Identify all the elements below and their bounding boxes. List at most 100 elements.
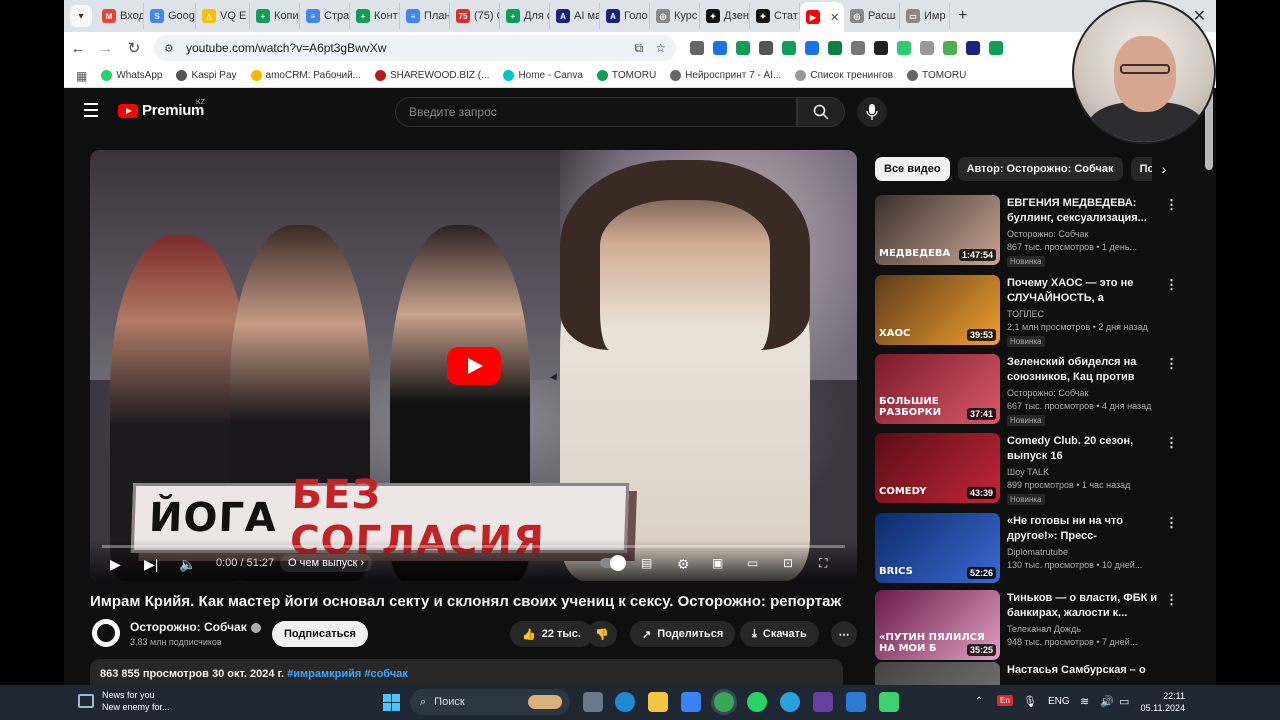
recommended-title[interactable]: Настасья Самбурская – о (1007, 663, 1161, 685)
bookmark-item[interactable]: SHAREWOOD.BIZ (... (374, 70, 489, 81)
tab-search-icon[interactable]: ▾ (70, 5, 92, 27)
extension-icon[interactable] (828, 41, 842, 55)
recommended-video[interactable]: COMEDY 43:39 Comedy Club. 20 сезон, выпуск… (875, 433, 1178, 505)
recommended-channel[interactable]: Шоу TALK (1007, 467, 1049, 477)
recommended-title[interactable]: «Не готовы ни на что другое!»: Пресс-кон… (1007, 514, 1161, 544)
video-thumbnail[interactable]: МЕДВЕДЕВА 1:47:54 (875, 195, 1000, 265)
recommended-title[interactable]: ЕВГЕНИЯ МЕДВЕДЕВА: буллинг, сексуализаци… (1007, 196, 1161, 226)
video-thumbnail[interactable]: БОЛЬШИЕ РАЗБОРКИ 37:41 (875, 354, 1000, 424)
recommended-title[interactable]: Зеленский обиделся на союзников, Кац про… (1007, 355, 1161, 385)
start-button[interactable] (383, 694, 400, 711)
chrome-icon[interactable] (714, 692, 734, 712)
bookmark-item[interactable]: WhatsApp (101, 70, 162, 81)
like-button[interactable]: 👍 22 тыс. (510, 621, 593, 647)
menu-icon[interactable] (84, 103, 98, 121)
wifi-icon[interactable]: ≋ (1080, 695, 1089, 708)
recommended-title[interactable]: Comedy Club. 20 сезон, выпуск 16 (1007, 434, 1161, 464)
extension-icon[interactable] (759, 41, 773, 55)
browser-tab[interactable]: ✦ Дзен (700, 3, 750, 29)
description-box[interactable]: 863 855 просмотров 30 окт. 2024 г. #имра… (90, 659, 843, 685)
extension-icon[interactable] (782, 41, 796, 55)
telegram-icon[interactable] (780, 692, 800, 712)
url-omnibox[interactable]: ⚙ youtube.com/watch?v=A6pt3gBwvXw ⧉ ☆ (154, 35, 676, 61)
forward-icon[interactable]: → (92, 40, 120, 57)
autoplay-toggle[interactable] (600, 555, 626, 571)
taskbar-search[interactable]: ⌕ Поиск (410, 689, 570, 715)
extension-icon[interactable] (989, 41, 1003, 55)
recommended-video[interactable]: МЕДВЕДЕВА 1:47:54 ЕВГЕНИЯ МЕДВЕДЕВА: булли… (875, 195, 1178, 267)
more-options-icon[interactable]: ⋮ (1165, 592, 1178, 608)
site-info-icon[interactable]: ⚙ (164, 42, 178, 55)
browser-tab[interactable]: ≡ Стра (300, 3, 350, 29)
volume-tray-icon[interactable]: 🔊 (1100, 695, 1114, 708)
chapter-button[interactable]: О чем выпуск › (280, 554, 373, 572)
dislike-button[interactable]: 👎 (587, 621, 617, 647)
bookmark-star-icon[interactable]: ☆ (655, 41, 666, 55)
share-button[interactable]: ↗ Поделиться (630, 621, 736, 647)
extension-icon[interactable] (874, 41, 888, 55)
back-icon[interactable]: ← (64, 40, 92, 57)
recommended-channel[interactable]: Осторожно: Собчак (1007, 388, 1088, 398)
file-explorer-icon[interactable] (648, 692, 668, 712)
recommended-title[interactable]: Тиньков — о власти, ФБК и банкирах, жало… (1007, 591, 1161, 621)
filter-chip[interactable]: Автор: Осторожно: Собчак (957, 157, 1123, 181)
bookmark-item[interactable]: Список тренингов (795, 70, 893, 81)
fullscreen-icon[interactable]: ⛶ (819, 556, 827, 571)
browser-tab[interactable]: + Конт (350, 3, 400, 29)
url-text[interactable]: youtube.com/watch?v=A6pt3gBwvXw (186, 41, 623, 55)
recommended-title[interactable]: Почему ХАОС — это не СЛУЧАЙНОСТЬ, а ПОРЯ… (1007, 276, 1161, 306)
theater-mode-icon[interactable]: ▭ (747, 556, 758, 570)
channel-name-text[interactable]: Осторожно: Собчак (130, 620, 247, 634)
recommended-video[interactable]: ХАОС 39:53 Почему ХАОС — это не СЛУЧАЙНОСТ… (875, 275, 1178, 347)
recommended-channel[interactable]: Телеканал Дождь (1007, 624, 1081, 634)
edge-icon[interactable] (615, 692, 635, 712)
recommended-video[interactable]: BRICS 52:26 «Не готовы ни на что другое!»:… (875, 513, 1178, 585)
browser-tab[interactable]: ▭ Имр (900, 3, 950, 29)
bookmark-item[interactable]: TOMORU (596, 70, 656, 81)
reload-icon[interactable]: ↻ (120, 39, 148, 57)
system-clock[interactable]: 22:11 05.11.2024 (1139, 690, 1185, 714)
recommended-channel[interactable]: Diplomatrutube (1007, 547, 1068, 557)
hashtags[interactable]: #имрамкрийя #собчак (287, 668, 408, 680)
more-actions-icon[interactable]: ⋯ (831, 621, 857, 647)
browser-tab[interactable]: M Входя (96, 3, 144, 29)
subtitles-icon[interactable]: ▤ (641, 556, 652, 570)
more-options-icon[interactable]: ⋮ (1165, 356, 1178, 372)
browser-tab[interactable]: + Для с (500, 3, 550, 29)
microphone-tray-icon[interactable]: 🎙 (1023, 695, 1037, 708)
progress-bar[interactable] (102, 545, 845, 548)
subscribe-button[interactable]: Подписаться (272, 621, 368, 647)
recommended-channel[interactable]: ТОПЛЕС (1007, 309, 1044, 319)
input-language[interactable]: ENG (1048, 696, 1070, 707)
youtube-logo[interactable]: Premium (118, 102, 204, 119)
download-button[interactable]: ⤓ Скачать (740, 621, 819, 647)
app-icon[interactable] (879, 692, 899, 712)
next-icon[interactable]: ▶| (144, 556, 158, 573)
extension-icon[interactable] (943, 41, 957, 55)
voice-search-button[interactable] (857, 97, 887, 127)
browser-tab[interactable]: S Goog (144, 3, 196, 29)
more-options-icon[interactable]: ⋮ (1165, 197, 1178, 213)
browser-tab[interactable]: A Голо (600, 3, 650, 29)
channel-name[interactable]: Осторожно: Собчак (130, 620, 261, 634)
extension-icon[interactable] (920, 41, 934, 55)
video-thumbnail[interactable]: BRICS 52:26 (875, 513, 1000, 583)
browser-tab[interactable]: ◎ Расш (844, 3, 900, 29)
browser-tab[interactable]: ≡ План (400, 3, 450, 29)
open-in-app-icon[interactable]: ⧉ (635, 41, 644, 56)
video-thumbnail[interactable]: «ПУТИН ПЯЛИЛСЯ НА МОИ Б 35:25 (875, 590, 1000, 660)
bookmark-item[interactable]: Kaspi Pay (176, 70, 237, 81)
news-widget[interactable]: News for you New enemy for... (78, 689, 170, 713)
cast-icon[interactable]: ⊡ (783, 556, 793, 570)
store-icon[interactable] (681, 692, 701, 712)
miniplayer-icon[interactable]: ▣ (712, 556, 723, 570)
language-badge[interactable]: En (997, 695, 1013, 706)
tab-close-icon[interactable]: ✕ (830, 11, 839, 24)
channel-avatar[interactable] (92, 619, 120, 647)
recommended-video[interactable]: «ПУТИН ПЯЛИЛСЯ НА МОИ Б 35:25 Тиньков — о … (875, 590, 1178, 662)
video-thumbnail[interactable]: ХАОС 39:53 (875, 275, 1000, 345)
video-player[interactable]: ЙОГА БЕЗ СОГЛАСИЯ ▶ ▶| 🔈 0:00 / 51:27 О … (90, 150, 857, 581)
recommended-video[interactable]: БОЛЬШИЕ РАЗБОРКИ 37:41 Зеленский обиделся … (875, 354, 1178, 426)
whatsapp-icon[interactable] (747, 692, 767, 712)
search-input[interactable] (409, 105, 796, 119)
